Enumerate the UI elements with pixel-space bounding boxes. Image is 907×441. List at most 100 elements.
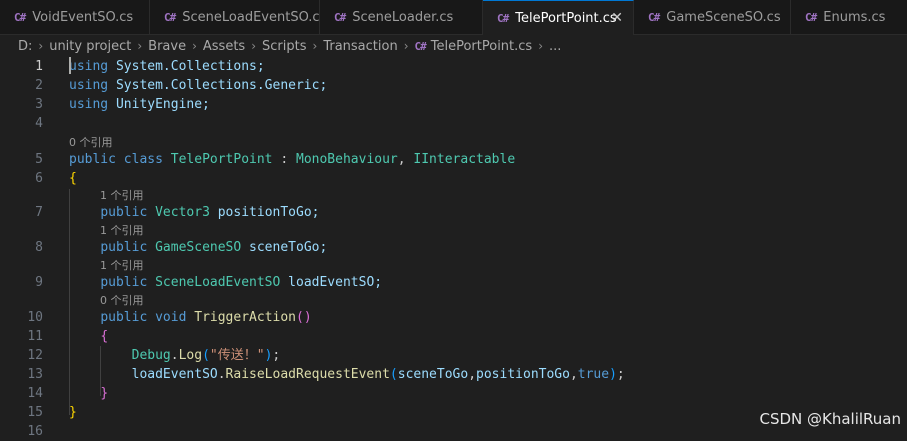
field-name: loadEventSO xyxy=(131,367,218,382)
code-line-4: 4 xyxy=(0,114,907,133)
code-line-11: 11 { xyxy=(0,327,907,346)
namespace: System.Collections.Generic; xyxy=(115,78,328,93)
code-line-8: 8 public GameSceneSO sceneToGo; xyxy=(0,238,907,257)
string-literal: "传送！" xyxy=(209,348,265,363)
breadcrumb-item-brave[interactable]: Brave › xyxy=(148,39,203,54)
brace: { xyxy=(100,329,109,344)
punctuation: ; xyxy=(272,348,281,363)
line-number: 16 xyxy=(27,424,43,439)
method-name: RaiseLoadRequestEvent xyxy=(225,367,390,382)
line-number: 6 xyxy=(35,171,43,186)
namespace: UnityEngine; xyxy=(115,97,210,112)
tab-label: TelePortPoint.cs xyxy=(515,10,617,26)
code-line-12: 12 Debug.Log("传送！"); xyxy=(0,346,907,365)
line-number: 5 xyxy=(35,152,43,167)
punctuation: : xyxy=(272,152,296,167)
codelens-references[interactable]: 1 个引用 xyxy=(100,257,144,274)
keyword: true xyxy=(577,367,610,382)
tab-label: GameSceneSO.cs xyxy=(666,10,781,25)
keyword: class xyxy=(123,152,163,167)
type-name: SceneLoadEventSO xyxy=(155,275,281,290)
tab-label: VoidEventSO.cs xyxy=(32,10,134,25)
punctuation: , xyxy=(569,367,578,382)
breadcrumb: D: › unity project › Brave › Assets › Script… xyxy=(0,35,907,57)
csharp-icon: C# xyxy=(164,11,176,24)
keyword: void xyxy=(155,310,187,325)
chevron-right-icon: › xyxy=(38,39,44,53)
tab-label: SceneLoader.cs xyxy=(352,10,454,25)
type-name: Debug xyxy=(131,348,171,363)
breadcrumb-item-unity-project[interactable]: unity project › xyxy=(49,39,148,54)
breadcrumb-label: Brave xyxy=(148,38,187,54)
breadcrumb-item-symbols[interactable]: ... xyxy=(549,39,561,54)
tab-sceneloadeventso[interactable]: C# SceneLoadEventSO.cs xyxy=(150,0,320,35)
keyword: public xyxy=(100,310,148,325)
type-name: IInteractable xyxy=(413,152,516,167)
breadcrumb-label: Assets xyxy=(202,38,246,54)
tab-gamesceneso[interactable]: C# GameSceneSO.cs xyxy=(634,0,791,35)
line-number: 11 xyxy=(27,329,43,344)
editor-tab-bar: C# VoidEventSO.cs C# SceneLoadEventSO.cs… xyxy=(0,0,907,35)
type-name: MonoBehaviour xyxy=(296,152,398,167)
tab-enums[interactable]: C# Enums.cs xyxy=(791,0,907,35)
line-number: 12 xyxy=(27,348,43,363)
line-number: 3 xyxy=(35,97,43,112)
breadcrumb-item-transaction[interactable]: Transaction › xyxy=(323,39,414,54)
csharp-icon: C# xyxy=(497,11,509,25)
chevron-right-icon: › xyxy=(192,39,197,53)
keyword: public xyxy=(100,205,148,220)
argument: positionToGo xyxy=(476,367,570,382)
line-number: 13 xyxy=(27,367,43,382)
close-icon[interactable]: ✕ xyxy=(611,10,623,26)
line-number: 15 xyxy=(27,405,43,420)
brace: } xyxy=(100,386,109,401)
chevron-right-icon: › xyxy=(538,39,544,53)
parentheses: () xyxy=(296,310,312,325)
breadcrumb-item-assets[interactable]: Assets › xyxy=(203,39,262,54)
parenthesis: ) xyxy=(609,367,617,382)
line-number: 10 xyxy=(27,310,43,325)
codelens-references[interactable]: 0 个引用 xyxy=(100,292,144,309)
tab-teleportpoint[interactable]: C# TelePortPoint.cs ✕ xyxy=(483,0,634,35)
breadcrumb-label: Scripts xyxy=(262,38,307,54)
codelens-references[interactable]: 0 个引用 xyxy=(69,134,113,151)
csharp-icon: C# xyxy=(805,11,817,24)
line-number: 8 xyxy=(35,240,43,255)
type-name: Vector3 xyxy=(155,205,210,220)
line-number: 2 xyxy=(35,78,43,93)
field-name: loadEventSO; xyxy=(288,275,383,290)
chevron-right-icon: › xyxy=(251,39,257,53)
csharp-icon: C# xyxy=(334,11,346,24)
code-line-10: 10 public void TriggerAction() xyxy=(0,308,907,327)
code-line-1: 1 using System.Collections; xyxy=(0,57,907,76)
breadcrumb-item-file[interactable]: C# TelePortPoint.cs › xyxy=(415,39,550,54)
argument: sceneToGo xyxy=(397,367,469,382)
brace: { xyxy=(69,171,77,186)
method-name: Log xyxy=(178,348,203,363)
code-line-3: 3 using UnityEngine; xyxy=(0,95,907,114)
code-editor[interactable]: 1 using System.Collections; 2 using Syst… xyxy=(0,57,907,439)
breadcrumb-item-drive[interactable]: D: › xyxy=(18,39,49,54)
punctuation: , xyxy=(468,367,477,382)
code-line-6: 6 { xyxy=(0,169,907,188)
breadcrumb-item-scripts[interactable]: Scripts › xyxy=(262,39,323,54)
codelens-references[interactable]: 1 个引用 xyxy=(100,222,144,239)
keyword: public xyxy=(69,152,116,167)
breadcrumb-label: Transaction xyxy=(323,38,398,54)
csharp-icon: C# xyxy=(648,11,660,24)
tab-sceneloader[interactable]: C# SceneLoader.cs xyxy=(320,0,483,35)
code-line-9: 9 public SceneLoadEventSO loadEventSO; xyxy=(0,273,907,292)
punctuation: . xyxy=(217,367,226,382)
parenthesis: ( xyxy=(389,367,398,382)
codelens-references[interactable]: 1 个引用 xyxy=(100,187,144,204)
tab-label: Enums.cs xyxy=(823,10,886,25)
punctuation: , xyxy=(397,152,414,167)
breadcrumb-label: D: xyxy=(18,38,33,54)
parenthesis: ( xyxy=(202,348,210,363)
breadcrumb-label: unity project xyxy=(49,38,132,54)
tab-voideventso[interactable]: C# VoidEventSO.cs xyxy=(0,0,150,35)
punctuation: . xyxy=(170,348,179,363)
line-number: 14 xyxy=(27,386,43,401)
chevron-right-icon: › xyxy=(403,39,409,53)
breadcrumb-label: ... xyxy=(549,38,562,54)
